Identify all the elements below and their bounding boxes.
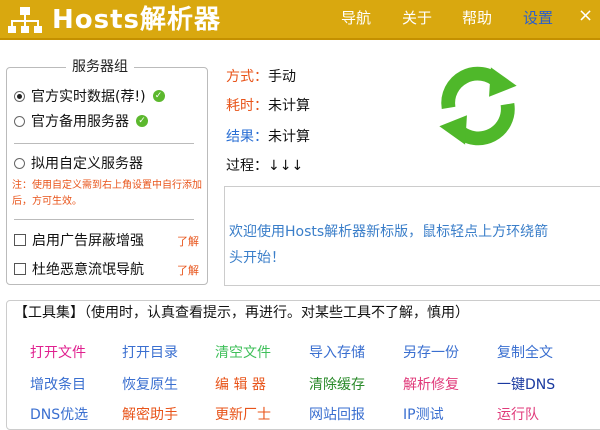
checkbox-ad-block[interactable]: 启用广告屏蔽增强 bbox=[14, 230, 144, 250]
tool-edit-entries[interactable]: 增改条目 bbox=[30, 375, 86, 395]
radio-official-backup-label: 官方备用服务器 bbox=[31, 114, 129, 130]
welcome-message: 欢迎使用Hosts解析器新标版，鼠标轻点上方环绕箭 头开始！ bbox=[229, 219, 600, 271]
checkbox-icon[interactable] bbox=[14, 234, 26, 246]
radio-selected-icon[interactable] bbox=[14, 90, 25, 102]
nav-home[interactable]: 导航 bbox=[341, 8, 371, 28]
radio-custom-server[interactable]: 拟用自定义服务器 bbox=[14, 153, 143, 173]
learn-more-link[interactable]: 了解 bbox=[177, 233, 199, 249]
check-circle-icon: ✓ bbox=[152, 90, 165, 102]
tool-dns-optimize[interactable]: DNS优选 bbox=[30, 405, 88, 425]
app-title: Hosts解析器 bbox=[52, 5, 222, 35]
tool-one-click-dns[interactable]: 一键DNS bbox=[497, 375, 555, 395]
divider bbox=[14, 219, 194, 220]
status-result: 结果：未计算 bbox=[226, 128, 310, 146]
tool-copy-all[interactable]: 复制全文 bbox=[497, 343, 553, 363]
tool-save-copy[interactable]: 另存一份 bbox=[403, 343, 459, 363]
tool-open-dir[interactable]: 打开目录 bbox=[122, 343, 178, 363]
tool-run-queue[interactable]: 运行队 bbox=[497, 405, 539, 425]
checkbox-anti-hijack[interactable]: 杜绝恶意流氓导航 bbox=[14, 259, 144, 279]
welcome-line-2: 头开始！ bbox=[229, 250, 285, 266]
welcome-line-1: 欢迎使用Hosts解析器新标版，鼠标轻点上方环绕箭 bbox=[229, 224, 549, 240]
nav-help[interactable]: 帮助 bbox=[462, 8, 492, 28]
refresh-arrows-icon[interactable] bbox=[432, 60, 524, 152]
radio-official-realtime-label: 官方实时数据(荐!) bbox=[31, 89, 146, 105]
tool-clear-cache[interactable]: 清除缓存 bbox=[309, 375, 365, 395]
checkbox-anti-hijack-label: 杜绝恶意流氓导航 bbox=[32, 262, 144, 278]
radio-official-backup[interactable]: 官方备用服务器 ✓ bbox=[14, 111, 148, 131]
tool-site-report[interactable]: 网站回报 bbox=[309, 405, 365, 425]
radio-official-realtime[interactable]: 官方实时数据(荐!) ✓ bbox=[14, 86, 165, 106]
result-value: 未计算 bbox=[268, 129, 310, 145]
tool-ip-test[interactable]: IP测试 bbox=[403, 405, 444, 425]
divider bbox=[14, 143, 194, 144]
checkbox-icon[interactable] bbox=[14, 263, 26, 275]
radio-icon[interactable] bbox=[14, 115, 25, 127]
close-button[interactable]: × bbox=[578, 6, 593, 26]
tool-editor[interactable]: 编 辑 器 bbox=[215, 375, 266, 395]
tool-decrypt-helper[interactable]: 解密助手 bbox=[122, 405, 178, 425]
tool-restore-native[interactable]: 恢复原生 bbox=[122, 375, 178, 395]
method-label: 方式： bbox=[226, 69, 268, 85]
server-group-title: 服务器组 bbox=[66, 58, 134, 76]
tool-import-store[interactable]: 导入存储 bbox=[309, 343, 365, 363]
status-process: 过程：↓↓↓ bbox=[226, 157, 303, 175]
method-value: 手动 bbox=[268, 69, 296, 85]
learn-more-link[interactable]: 了解 bbox=[177, 262, 199, 278]
custom-server-note: 注：使用自定义需到右上角设置中自行添加后，方可生效。 bbox=[12, 180, 202, 207]
checkbox-ad-block-label: 启用广告屏蔽增强 bbox=[32, 233, 144, 249]
tool-parse-repair[interactable]: 解析修复 bbox=[403, 375, 459, 395]
status-time: 耗时：未计算 bbox=[226, 97, 310, 115]
time-value: 未计算 bbox=[268, 98, 310, 114]
status-method: 方式：手动 bbox=[226, 68, 296, 86]
nav-settings[interactable]: 设置 bbox=[523, 8, 553, 28]
title-bar: Hosts解析器 导航 关于 帮助 设置 × bbox=[0, 0, 600, 40]
process-label: 过程： bbox=[226, 158, 268, 174]
nav-about[interactable]: 关于 bbox=[402, 8, 432, 28]
result-label: 结果： bbox=[226, 129, 268, 145]
network-icon bbox=[8, 7, 42, 33]
radio-icon[interactable] bbox=[14, 157, 25, 169]
radio-custom-server-label: 拟用自定义服务器 bbox=[31, 156, 143, 172]
tool-clear-file[interactable]: 清空文件 bbox=[215, 343, 271, 363]
time-label: 耗时： bbox=[226, 98, 268, 114]
process-value: ↓↓↓ bbox=[268, 158, 304, 174]
tool-update[interactable]: 更新厂士 bbox=[215, 405, 271, 425]
check-circle-icon: ✓ bbox=[136, 115, 148, 127]
toolset-title: 【工具集】（使用时，认真查看提示，再进行。对某些工具不了解，慎用） bbox=[14, 305, 469, 321]
tool-open-file[interactable]: 打开文件 bbox=[30, 343, 86, 363]
